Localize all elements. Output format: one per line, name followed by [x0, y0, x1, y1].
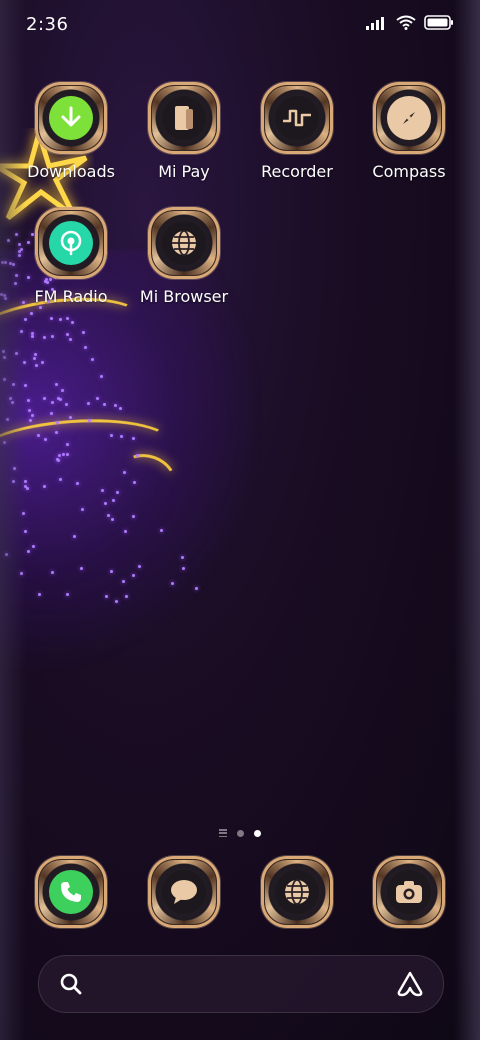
wallpaper-sparkle: [104, 594, 108, 598]
signal-icon: [366, 16, 384, 30]
dock: [0, 856, 480, 936]
app-label: Compass: [372, 162, 446, 181]
waveform-icon: [275, 96, 319, 140]
status-bar: 2:36: [0, 0, 480, 52]
wallpaper-sparkle: [44, 437, 48, 441]
search-icon[interactable]: [59, 972, 83, 996]
globe-icon: [275, 870, 319, 914]
wallpaper-sparkle: [87, 419, 91, 423]
wallpaper-sparkle: [194, 586, 198, 590]
wallpaper-sparkle: [32, 356, 36, 360]
app-label: Mi Browser: [139, 287, 229, 306]
download-icon: [49, 96, 93, 140]
wallpaper-sparkle: [73, 534, 77, 538]
app-mi-pay[interactable]: Mi Pay: [134, 82, 234, 181]
wifi-icon: [396, 15, 416, 30]
wallpaper-sparkle: [159, 529, 163, 533]
wallpaper-sparkle: [99, 375, 103, 379]
app-fm-radio-tile[interactable]: [35, 207, 107, 279]
app-label: Mi Pay: [158, 162, 210, 181]
wallpaper-sparkle: [109, 569, 113, 573]
dock-browser[interactable]: [247, 856, 347, 928]
app-downloads[interactable]: Downloads: [21, 82, 121, 181]
page-dot[interactable]: [237, 829, 244, 837]
wallpaper-sparkle: [57, 453, 61, 457]
wallpaper-sparkle: [61, 452, 65, 456]
camera-icon: [387, 870, 431, 914]
wallpaper-sparkle: [135, 453, 139, 457]
wallpaper-sparkle: [66, 592, 70, 596]
wallpaper-sparkle: [30, 311, 34, 315]
app-downloads-tile[interactable]: [35, 82, 107, 154]
page-indicator[interactable]: [0, 829, 480, 837]
wallpaper-sparkle: [109, 434, 113, 438]
status-time: 2:36: [26, 14, 69, 35]
app-fm-radio[interactable]: FM Radio: [21, 207, 121, 306]
search-bar[interactable]: [38, 955, 444, 1013]
battery-icon: [424, 15, 453, 30]
app-mi-pay-tile[interactable]: [148, 82, 220, 154]
page-dot-active[interactable]: [254, 829, 261, 837]
wallpaper-sparkle: [36, 433, 40, 437]
app-label: Downloads: [27, 162, 115, 181]
wallpaper-sparkle: [56, 396, 60, 400]
dock-phone[interactable]: [21, 856, 121, 928]
wallpaper-sparkle: [131, 437, 135, 441]
wallpaper-sparkle: [132, 480, 136, 484]
wallet-icon: [162, 96, 206, 140]
wallpaper-sparkle: [55, 420, 59, 424]
dock-camera-tile[interactable]: [373, 856, 445, 928]
wallpaper-sparkle: [79, 566, 83, 570]
dock-messages-tile[interactable]: [148, 856, 220, 928]
app-recorder-tile[interactable]: [261, 82, 333, 154]
wallpaper-sparkle: [51, 570, 55, 574]
dock-messages[interactable]: [134, 856, 234, 928]
page-list-icon: [219, 829, 227, 837]
dock-camera[interactable]: [359, 856, 459, 928]
app-recorder[interactable]: Recorder: [247, 82, 347, 181]
app-mi-browser-tile[interactable]: [148, 207, 220, 279]
globe-icon: [162, 221, 206, 265]
phone-icon: [49, 870, 93, 914]
assistant-icon[interactable]: [395, 970, 425, 998]
wallpaper-sparkle: [101, 488, 105, 492]
wallpaper-sparkle: [86, 401, 90, 405]
wallpaper-sparkle: [54, 430, 58, 434]
app-mi-browser[interactable]: Mi Browser: [134, 207, 234, 306]
wallpaper-sparkle: [30, 334, 34, 338]
wallpaper-sparkle: [115, 490, 119, 494]
compass-icon: [387, 96, 431, 140]
wallpaper-sparkle: [66, 332, 70, 336]
wallpaper-sparkle: [181, 567, 185, 570]
app-label: Recorder: [261, 162, 333, 181]
dock-phone-tile[interactable]: [35, 856, 107, 928]
app-compass-tile[interactable]: [373, 82, 445, 154]
wallpaper-sparkle: [131, 515, 135, 519]
app-compass[interactable]: Compass: [359, 82, 459, 181]
app-label: FM Radio: [34, 287, 108, 306]
wallpaper-sparkle: [35, 363, 39, 367]
message-icon: [162, 870, 206, 914]
wallpaper-sparkle: [114, 599, 118, 603]
dock-browser-tile[interactable]: [261, 856, 333, 928]
wallpaper-sparkle: [170, 582, 174, 586]
status-icons: [366, 15, 454, 30]
wallpaper-sparkle: [122, 579, 126, 583]
wallpaper-sparkle: [83, 346, 87, 350]
radio-icon: [49, 221, 93, 265]
